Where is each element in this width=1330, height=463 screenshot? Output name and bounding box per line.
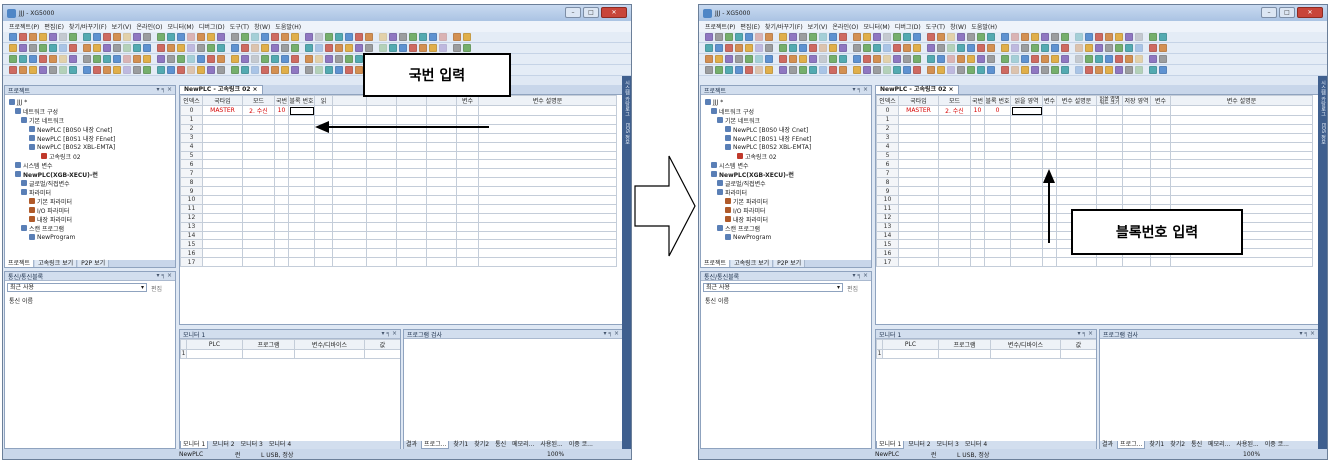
right-screenshot: JJJ - XG5000 – □ ✕ 프로젝트(P) 편집(E) 찾기/바꾸기(… [698,4,1328,460]
transition-arrow-icon [634,155,696,257]
callout-arrow [1043,169,1055,243]
callout-arrow [315,121,489,133]
left-screenshot: JJJ - XG5000 – □ ✕ 프로젝트(P) 편집(E) 찾기/바꾸기(… [2,4,632,460]
